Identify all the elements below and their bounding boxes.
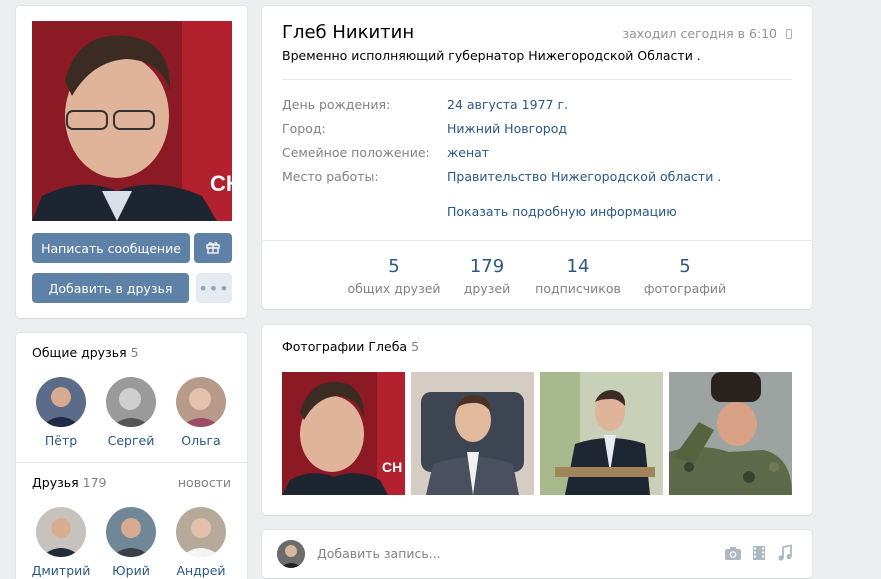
relationship-label: Семейное положение: [282,145,430,160]
friend-avatar [176,377,226,427]
mutual-friend-item[interactable]: Пётр [26,377,96,448]
post-composer: Добавить запись... [262,530,812,578]
friend-name: Сергей [107,433,155,448]
music-icon[interactable] [776,544,794,562]
friend-item[interactable]: Юрий [96,507,166,578]
work-label: Место работы: [282,169,379,184]
city-value[interactable]: Нижний Новгород [447,121,567,136]
friends-count: 179 [82,475,107,490]
friends-header[interactable]: Друзья 179 [32,475,107,490]
mutual-friend-item[interactable]: Ольга [166,377,236,448]
mobile-icon [786,29,792,39]
friend-name: Ольга [181,433,221,448]
send-message-button[interactable]: Написать сообщение [32,233,190,263]
add-friend-label: Добавить в друзья [48,280,173,296]
city-label: Город: [282,121,326,136]
counter-number: 5 [679,256,691,277]
post-input[interactable]: Добавить запись... [317,546,441,561]
photos-header[interactable]: Фотографии Глеба 5 [282,339,419,354]
user-avatar [277,540,305,568]
profile-avatar-card: СН Написать сообщение Добавить в друзья … [16,6,247,318]
photos-card: Фотографии Глеба 5 СН [262,325,812,515]
relationship-value[interactable]: женат [447,145,489,160]
mutual-friends-count: 5 [130,345,139,360]
friend-name: Юрий [112,563,150,578]
attach-toolbar [724,544,794,562]
birthday-label: День рождения: [282,97,391,112]
counter-photos[interactable]: 5 фотографий [630,256,740,296]
online-status: заходил сегодня в 6:10 [622,26,792,41]
friends-card: Общие друзья 5 Пётр Сергей Ольга Друзья 17… [16,333,247,579]
friends-news-link[interactable]: новости [178,475,231,490]
friend-avatar [36,507,86,557]
friend-item[interactable]: Дмитрий [26,507,96,578]
svg-text:СН: СН [210,171,232,196]
more-icon: ••• [198,278,230,298]
more-actions-button[interactable]: ••• [196,273,232,303]
svg-text:СН: СН [382,459,402,475]
info-divider-bottom [262,240,812,241]
friend-name: Дмитрий [31,563,91,578]
friends-divider [16,462,247,463]
profile-info-card: Глеб Никитин заходил сегодня в 6:10 Врем… [262,6,812,309]
profile-status: Временно исполняющий губернатор Нижегоро… [282,48,701,63]
friend-name: Андрей [176,563,226,578]
camera-icon[interactable] [724,544,742,562]
gift-button[interactable] [194,233,232,263]
friend-avatar [106,507,156,557]
counter-label: подписчиков [535,281,621,296]
counter-label: фотографий [643,281,727,296]
profile-name: Глеб Никитин [282,22,415,43]
info-divider-top [282,79,792,80]
photo-thumb[interactable] [540,372,663,495]
profile-photo[interactable]: СН [32,21,232,221]
video-icon[interactable] [750,544,768,562]
show-more-link[interactable]: Показать подробную информацию [447,204,677,219]
work-value[interactable]: Правительство Нижегородской области . [447,169,721,184]
send-message-label: Написать сообщение [41,240,181,256]
friend-item[interactable]: Андрей [166,507,236,578]
photos-count: 5 [411,339,420,354]
birthday-value[interactable]: 24 августа 1977 г. [447,97,568,112]
photos-title: Фотографии Глеба [282,339,408,354]
mutual-friends-header[interactable]: Общие друзья 5 [32,345,139,360]
mutual-friend-item[interactable]: Сергей [96,377,166,448]
photo-thumb[interactable] [669,372,792,495]
counter-number: 14 [566,256,590,277]
photo-thumb[interactable] [411,372,534,495]
friend-avatar [176,507,226,557]
photo-thumb[interactable]: СН [282,372,405,495]
friend-avatar [36,377,86,427]
friends-title: Друзья [32,475,79,490]
mutual-friends-title: Общие друзья [32,345,127,360]
online-status-text: заходил сегодня в 6:10 [622,26,778,41]
friend-name: Пётр [44,433,78,448]
friend-avatar [106,377,156,427]
gift-icon [206,240,220,257]
add-friend-button[interactable]: Добавить в друзья [32,273,189,303]
counter-followers[interactable]: 14 подписчиков [523,256,633,296]
